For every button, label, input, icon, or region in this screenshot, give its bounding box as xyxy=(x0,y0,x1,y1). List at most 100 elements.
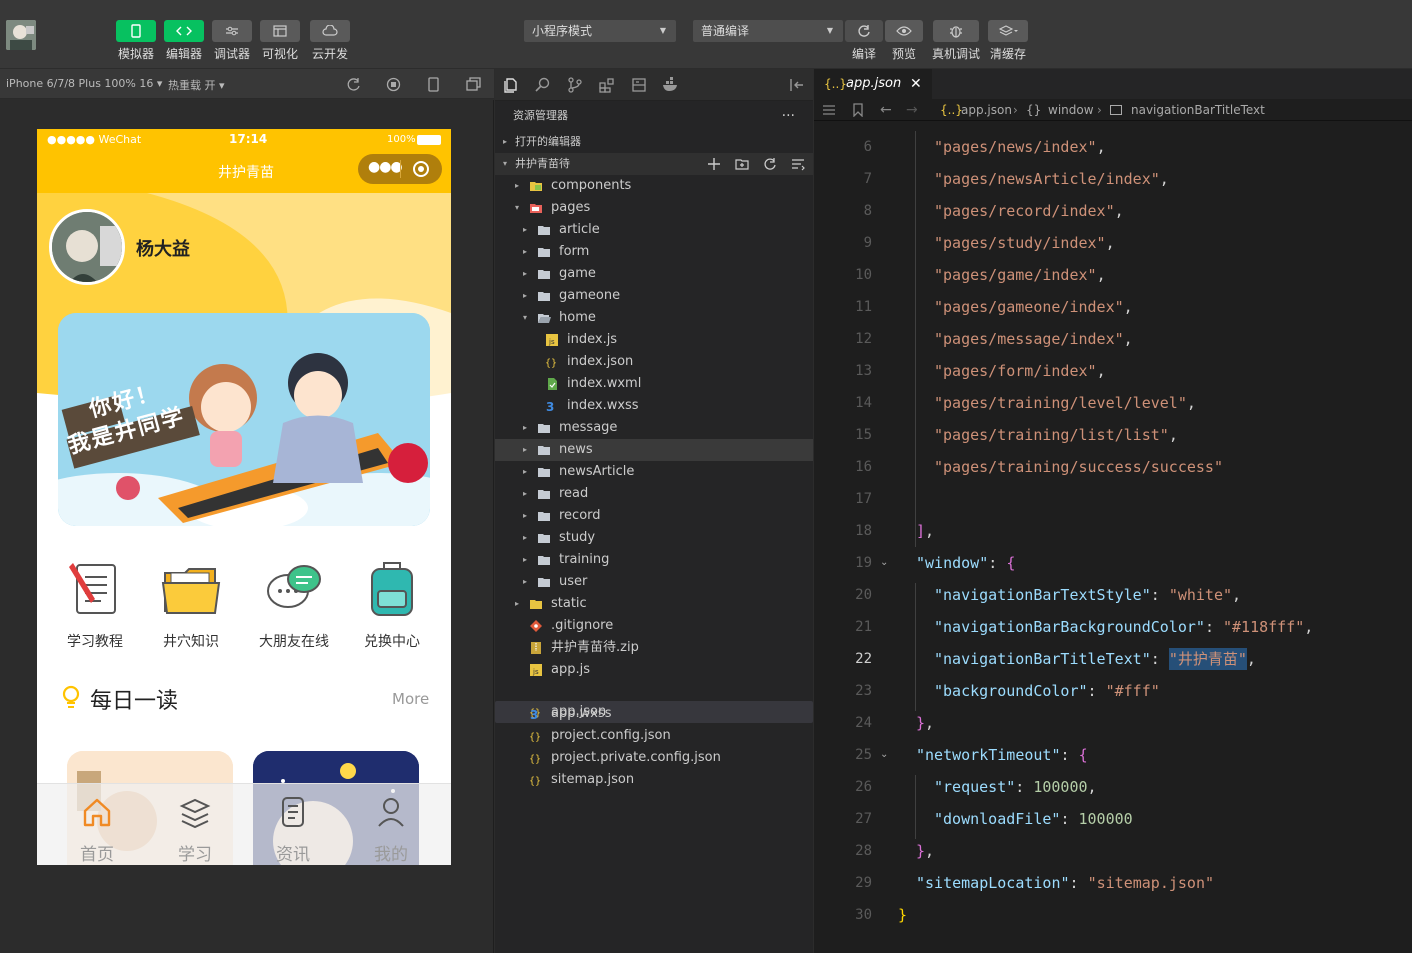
tab-news[interactable]: 资讯 xyxy=(253,794,333,865)
tree-item-components[interactable]: ▸ components xyxy=(495,175,813,197)
new-file-icon[interactable] xyxy=(707,157,721,171)
bookmark-icon[interactable] xyxy=(852,103,864,117)
window-icon[interactable] xyxy=(466,77,481,92)
code-line[interactable]: 7 "pages/newsArticle/index", xyxy=(814,163,1412,195)
tree-item-sitemap-json[interactable]: {} sitemap.json xyxy=(495,769,813,791)
menu-item-tutorial[interactable]: 学习教程 xyxy=(55,559,135,651)
code-line[interactable]: 24}, xyxy=(814,707,1412,739)
fold-chevron-icon[interactable]: ⌄ xyxy=(880,547,888,579)
tree-item-gitignore[interactable]: .gitignore xyxy=(495,615,813,637)
clear-cache-button[interactable]: 清缓存 xyxy=(988,20,1028,61)
refresh-icon[interactable] xyxy=(763,157,777,171)
breadcrumb-file[interactable]: app.json xyxy=(961,99,1012,121)
code-line[interactable]: 25 ⌄ "networkTimeout": { xyxy=(814,739,1412,771)
collapse-panel-icon[interactable] xyxy=(789,77,805,93)
code-line[interactable]: 27 "downloadFile": 100000 xyxy=(814,803,1412,835)
tree-item-project-config-json[interactable]: {} project.config.json xyxy=(495,725,813,747)
close-target-icon[interactable] xyxy=(413,161,429,177)
code-line[interactable]: 12 "pages/message/index", xyxy=(814,323,1412,355)
project-section[interactable]: ▾ 井护青苗待 xyxy=(495,153,813,175)
tree-item-article[interactable]: ▸ article xyxy=(495,219,813,241)
tree-item-training[interactable]: ▸ training xyxy=(495,549,813,571)
compile-select[interactable]: 普通编译 ▼ xyxy=(693,20,843,42)
code-area[interactable]: 6 "pages/news/index", 7 "pages/newsArticle/… xyxy=(814,131,1412,953)
tree-item-project-private-config-json[interactable]: {} project.private.config.json xyxy=(495,747,813,769)
tree-item-index-wxss[interactable]: 3 index.wxss xyxy=(495,395,813,417)
code-line[interactable]: 20 "navigationBarTextStyle": "white", xyxy=(814,579,1412,611)
source-control-icon[interactable] xyxy=(567,77,583,93)
code-line[interactable]: 6 "pages/news/index", xyxy=(814,131,1412,163)
tree-item-static[interactable]: ▸ static xyxy=(495,593,813,615)
breadcrumb-window[interactable]: window xyxy=(1048,99,1094,121)
debugger-button[interactable]: 调试器 xyxy=(212,20,252,61)
more-link[interactable]: More xyxy=(392,690,429,708)
hot-reload-select[interactable]: 热重载 开 ▾ xyxy=(168,77,225,93)
code-line[interactable]: 30} xyxy=(814,899,1412,931)
close-icon[interactable]: ✕ xyxy=(910,69,922,99)
extensions-icon[interactable] xyxy=(599,77,615,93)
simulator-button[interactable]: 模拟器 xyxy=(116,20,156,61)
compile-button[interactable]: 编译 xyxy=(845,20,883,61)
tree-item-game[interactable]: ▸ game xyxy=(495,263,813,285)
code-line[interactable]: 28}, xyxy=(814,835,1412,867)
remote-debug-button[interactable]: 真机调试 xyxy=(932,20,980,61)
code-line[interactable]: 15 "pages/training/list/list", xyxy=(814,419,1412,451)
tree-item-newsarticle[interactable]: ▸ newsArticle xyxy=(495,461,813,483)
tree-item-pages[interactable]: ▾ pages xyxy=(495,197,813,219)
preview-button[interactable]: 预览 xyxy=(885,20,923,61)
code-line[interactable]: 10 "pages/game/index", xyxy=(814,259,1412,291)
tab-app-json[interactable]: {..} app.json ✕ xyxy=(814,69,932,99)
device-select[interactable]: iPhone 6/7/8 Plus 100% 16 ▾ xyxy=(6,77,162,90)
menu-item-exchange[interactable]: 兑换中心 xyxy=(352,559,432,651)
cloud-button[interactable]: 云开发 xyxy=(310,20,350,61)
storage-icon[interactable] xyxy=(631,77,647,93)
code-line[interactable]: 26 "request": 100000, xyxy=(814,771,1412,803)
tree-item-zip[interactable]: 井护青苗待.zip xyxy=(495,637,813,659)
tree-item-message[interactable]: ▸ message xyxy=(495,417,813,439)
user-avatar-image[interactable] xyxy=(49,209,125,285)
menu-item-acupoint[interactable]: 井穴知识 xyxy=(151,559,231,651)
visual-button[interactable]: 可视化 xyxy=(260,20,300,61)
tree-item-news[interactable]: ▸ news xyxy=(495,439,813,461)
tab-study[interactable]: 学习 xyxy=(155,794,235,865)
tree-item-user[interactable]: ▸ user xyxy=(495,571,813,593)
more-actions-icon[interactable]: ··· xyxy=(782,101,795,131)
code-line[interactable]: 23 "backgroundColor": "#fff" xyxy=(814,675,1412,707)
tree-item-record[interactable]: ▸ record xyxy=(495,505,813,527)
tree-item-home[interactable]: ▾ home xyxy=(495,307,813,329)
device-icon[interactable] xyxy=(426,77,441,92)
tree-item-app-js[interactable]: js app.js xyxy=(495,659,813,681)
tree-item-form[interactable]: ▸ form xyxy=(495,241,813,263)
code-line[interactable]: 22 "navigationBarTitleText": "井护青苗", xyxy=(814,643,1412,675)
breadcrumb-key[interactable]: navigationBarTitleText xyxy=(1131,99,1265,121)
list-icon[interactable] xyxy=(822,104,836,116)
code-line[interactable]: 21 "navigationBarBackgroundColor": "#118f… xyxy=(814,611,1412,643)
back-arrow-icon[interactable]: ← xyxy=(880,99,892,121)
tree-item-study[interactable]: ▸ study xyxy=(495,527,813,549)
user-avatar[interactable] xyxy=(6,20,36,50)
capsule-button[interactable]: ●●● xyxy=(358,154,442,184)
code-line[interactable]: 19 ⌄ "window": { xyxy=(814,547,1412,579)
tab-mine[interactable]: 我的 xyxy=(351,794,431,865)
code-line[interactable]: 18], xyxy=(814,515,1412,547)
docker-icon[interactable] xyxy=(661,77,681,93)
fold-chevron-icon[interactable]: ⌄ xyxy=(880,739,888,771)
mode-select[interactable]: 小程序模式 ▼ xyxy=(524,20,676,42)
banner-image[interactable]: 你好！ 我是井同学 xyxy=(58,313,430,526)
forward-arrow-icon[interactable]: → xyxy=(906,99,918,121)
tree-item-index-js[interactable]: js index.js xyxy=(495,329,813,351)
collapse-all-icon[interactable] xyxy=(791,157,805,171)
rotate-icon[interactable] xyxy=(346,77,361,92)
code-line[interactable]: 29 "sitemapLocation": "sitemap.json" xyxy=(814,867,1412,899)
code-line[interactable]: 17 xyxy=(814,483,1412,515)
new-folder-icon[interactable] xyxy=(735,157,749,171)
code-line[interactable]: 8 "pages/record/index", xyxy=(814,195,1412,227)
tab-home[interactable]: 首页 xyxy=(57,794,137,865)
tree-item-app-wxss[interactable]: 3 app.wxss xyxy=(495,703,813,725)
menu-item-online[interactable]: 大朋友在线 xyxy=(249,559,339,651)
code-line[interactable]: 11 "pages/gameone/index", xyxy=(814,291,1412,323)
editor-button[interactable]: 编辑器 xyxy=(164,20,204,61)
open-editors-section[interactable]: ▸ 打开的编辑器 xyxy=(495,131,813,153)
stop-icon[interactable] xyxy=(386,77,401,92)
tree-item-index-json[interactable]: {} index.json xyxy=(495,351,813,373)
